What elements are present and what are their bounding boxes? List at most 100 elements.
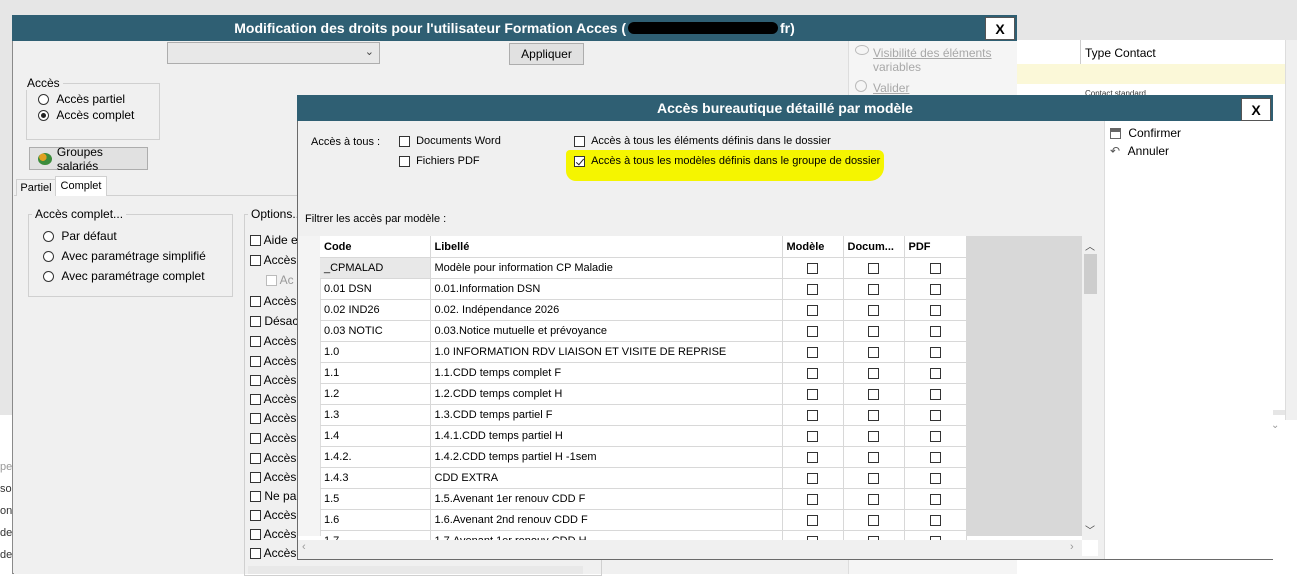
option-item[interactable]: Accès <box>250 392 298 411</box>
checkbox[interactable] <box>250 548 261 560</box>
radio-circle[interactable] <box>43 251 54 263</box>
cell-documents[interactable] <box>843 467 905 489</box>
tab-complet[interactable]: Complet <box>55 176 107 197</box>
checkbox[interactable] <box>929 451 941 463</box>
column-header-documents[interactable]: Docum... <box>843 236 905 258</box>
apply-button[interactable]: Appliquer <box>509 43 584 65</box>
cell-modele[interactable] <box>782 446 844 468</box>
confirmer-button[interactable]: Confirmer <box>1110 126 1181 140</box>
checkbox[interactable] <box>399 155 410 167</box>
cell-modele[interactable] <box>782 257 844 279</box>
annuler-button[interactable]: ↶ Annuler <box>1110 144 1169 158</box>
checkbox[interactable] <box>250 529 261 541</box>
table-row[interactable]: 0.02 IND26 0.02. Indépendance 2026 <box>320 299 967 321</box>
checkbox[interactable] <box>807 472 818 484</box>
cell-pdf[interactable] <box>904 509 967 531</box>
checkbox[interactable] <box>250 235 261 247</box>
cell-libelle[interactable]: 1.3.CDD temps partiel F <box>430 404 783 426</box>
checkbox[interactable] <box>929 409 941 421</box>
chevron-up-icon[interactable]: ︿ <box>1085 238 1095 253</box>
checkbox[interactable] <box>574 155 585 167</box>
cell-libelle[interactable]: 0.02. Indépendance 2026 <box>430 299 783 321</box>
column-header-modele[interactable]: Modèle <box>782 236 844 258</box>
radio-circle[interactable] <box>38 94 49 106</box>
cell-code[interactable]: 1.0 <box>320 341 431 363</box>
checkbox[interactable] <box>574 135 585 147</box>
cell-libelle[interactable]: CDD EXTRA <box>430 467 783 489</box>
cell-documents[interactable] <box>843 446 905 468</box>
options-hscrollbar[interactable] <box>248 566 583 574</box>
cell-pdf[interactable] <box>904 446 967 468</box>
checkbox[interactable] <box>250 394 261 406</box>
option-item[interactable]: Accès <box>250 508 298 527</box>
acces-elements-checkbox[interactable]: Accès à tous les éléments définis dans l… <box>574 135 831 147</box>
checkbox[interactable] <box>868 388 879 400</box>
cell-pdf[interactable] <box>904 278 967 300</box>
cell-modele[interactable] <box>782 425 844 447</box>
checkbox[interactable] <box>868 325 879 337</box>
cell-pdf[interactable] <box>904 404 967 426</box>
cell-pdf[interactable] <box>904 488 967 510</box>
option-item[interactable]: Aide e <box>250 233 298 253</box>
table-row[interactable]: _CPMALAD Modèle pour information CP Malad… <box>320 257 967 279</box>
cell-code[interactable]: 1.1 <box>320 362 431 384</box>
cell-libelle[interactable]: 0.03.Notice mutuelle et prévoyance <box>430 320 783 342</box>
type-contact-header[interactable]: Type Contact <box>1085 46 1156 60</box>
checkbox[interactable] <box>807 346 818 358</box>
checkbox[interactable] <box>807 409 818 421</box>
valider-button[interactable]: Valider <box>873 81 909 95</box>
checkbox[interactable] <box>807 262 818 274</box>
cell-modele[interactable] <box>782 299 844 321</box>
cell-code[interactable]: 1.4.2. <box>320 446 431 468</box>
option-item[interactable]: Accès <box>250 527 298 546</box>
cell-pdf[interactable] <box>904 320 967 342</box>
cell-pdf[interactable] <box>904 383 967 405</box>
checkbox[interactable] <box>250 413 261 425</box>
table-row[interactable]: 1.6 1.6.Avenant 2nd renouv CDD F <box>320 509 967 531</box>
cell-code[interactable]: 1.3 <box>320 404 431 426</box>
checkbox[interactable] <box>250 336 261 348</box>
table-row[interactable]: 1.4.2. 1.4.2.CDD temps partiel H -1sem <box>320 446 967 468</box>
checkbox[interactable] <box>868 346 879 358</box>
option-item[interactable]: Accès <box>250 373 298 392</box>
table-row[interactable]: 1.0 1.0 INFORMATION RDV LIAISON ET VISITE… <box>320 341 967 363</box>
checkbox[interactable] <box>868 451 879 463</box>
cell-documents[interactable] <box>843 299 905 321</box>
radio-par-defaut[interactable]: Par défaut <box>43 229 117 243</box>
cell-documents[interactable] <box>843 362 905 384</box>
radio-circle[interactable] <box>43 271 54 283</box>
checkbox[interactable] <box>807 283 818 295</box>
checkbox[interactable] <box>399 135 410 147</box>
table-row[interactable]: 1.5 1.5.Avenant 1er renouv CDD F <box>320 488 967 510</box>
checkbox[interactable] <box>250 491 261 503</box>
cell-code[interactable]: 1.4.3 <box>320 467 431 489</box>
cell-code[interactable]: 1.2 <box>320 383 431 405</box>
main-dialog-close-button[interactable]: X <box>985 17 1015 40</box>
cell-modele[interactable] <box>782 362 844 384</box>
checkbox[interactable] <box>250 510 261 522</box>
checkbox[interactable] <box>929 367 941 379</box>
checkbox[interactable] <box>807 493 818 505</box>
cell-pdf[interactable] <box>904 341 967 363</box>
cell-libelle[interactable]: 1.2.CDD temps complet H <box>430 383 783 405</box>
cell-modele[interactable] <box>782 488 844 510</box>
cell-libelle[interactable]: 1.0 INFORMATION RDV LIAISON ET VISITE DE… <box>430 341 783 363</box>
cell-libelle[interactable]: 0.01.Information DSN <box>430 278 783 300</box>
chevron-down-icon[interactable]: ﹀ <box>1085 522 1095 537</box>
visibilite-label[interactable]: Visibilité des éléments variables <box>873 46 992 74</box>
cell-documents[interactable] <box>843 320 905 342</box>
checkbox[interactable] <box>868 514 879 526</box>
checkbox[interactable] <box>868 493 879 505</box>
fichiers-pdf-checkbox[interactable]: Fichiers PDF <box>399 155 480 167</box>
option-item[interactable]: Accès <box>250 431 298 451</box>
checkbox[interactable] <box>250 453 261 465</box>
cell-modele[interactable] <box>782 278 844 300</box>
checkbox[interactable] <box>868 409 879 421</box>
table-row[interactable]: 1.1 1.1.CDD temps complet F <box>320 362 967 384</box>
table-row[interactable]: 0.03 NOTIC 0.03.Notice mutuelle et prévoy… <box>320 320 967 342</box>
option-item[interactable]: Accès <box>250 470 298 489</box>
checkbox[interactable] <box>929 493 941 505</box>
cell-libelle[interactable]: Modèle pour information CP Maladie <box>430 257 783 279</box>
radio-circle[interactable] <box>38 110 49 122</box>
background-scrollbar[interactable] <box>1285 40 1297 420</box>
